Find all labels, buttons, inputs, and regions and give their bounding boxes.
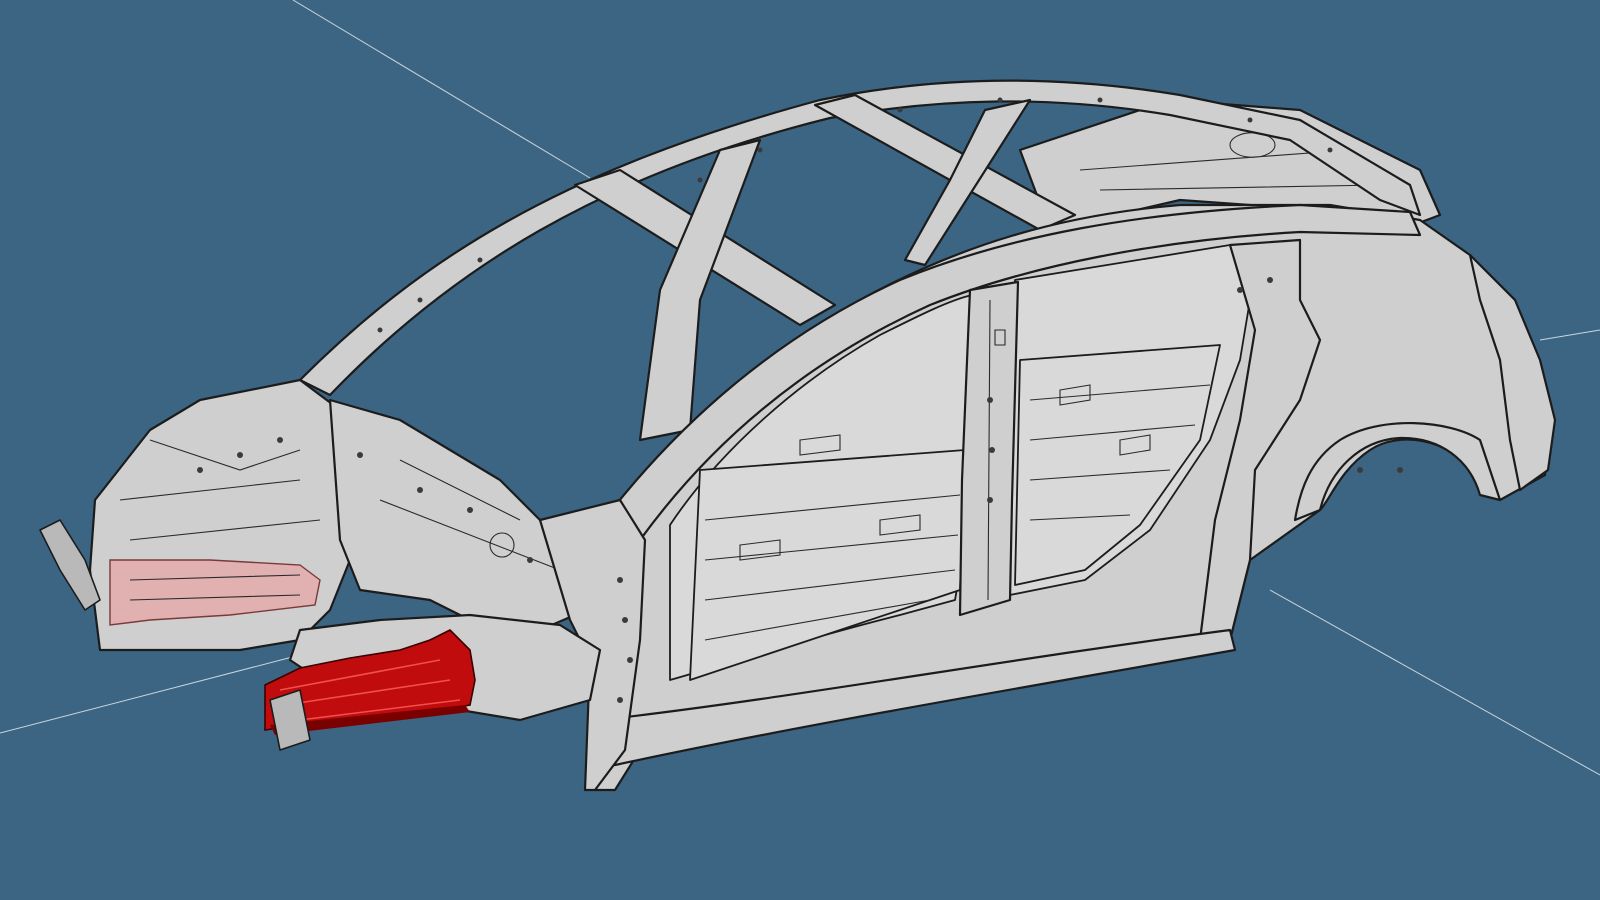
axis-line-x [292,0,591,179]
3d-viewport[interactable] [0,0,1600,900]
model-canvas[interactable] [0,0,1600,900]
axis-line-w [1539,329,1600,341]
axis-line-z [0,654,301,734]
car-body-in-white[interactable] [39,79,1557,792]
axis-line-y [1269,589,1600,776]
